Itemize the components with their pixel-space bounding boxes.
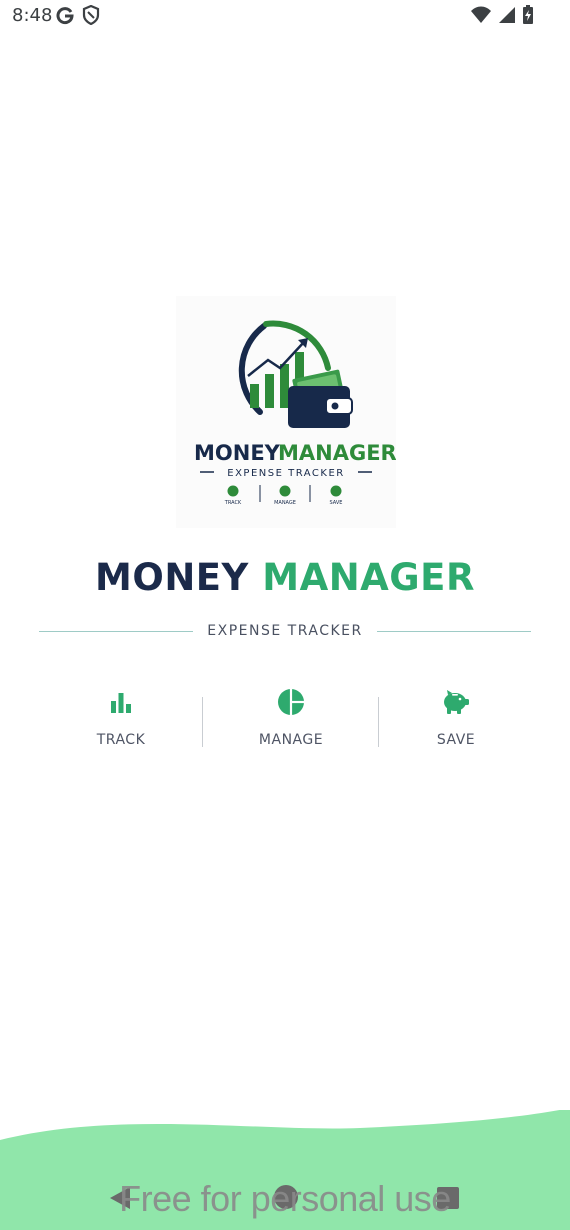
logo-subtitle: EXPENSE TRACKER bbox=[227, 468, 344, 479]
splash-screen: 8:48 MONEY MANAGER EXPENSE TRACKER TRACK… bbox=[0, 0, 570, 1230]
status-time: 8:48 bbox=[12, 5, 53, 26]
feature-divider bbox=[378, 697, 379, 747]
app-logo: MONEY MANAGER EXPENSE TRACKER TRACK MANA… bbox=[176, 296, 397, 528]
logo-title-part1: MONEY bbox=[194, 441, 281, 465]
app-title-part2: MANAGER bbox=[262, 556, 475, 599]
logo-feature-save: SAVE bbox=[330, 500, 343, 506]
feature-divider bbox=[202, 697, 203, 747]
status-bar: 8:48 bbox=[0, 0, 570, 34]
google-g-icon bbox=[56, 5, 74, 30]
divider-left bbox=[39, 630, 194, 632]
feature-save: SAVE bbox=[396, 686, 516, 748]
battery-charging-icon bbox=[522, 5, 534, 30]
bar-chart-icon bbox=[61, 686, 181, 718]
feature-label-save: SAVE bbox=[436, 732, 476, 748]
watermark-text: Free for personal use bbox=[119, 1178, 451, 1219]
pie-chart-icon bbox=[231, 686, 351, 718]
feature-manage: MANAGE bbox=[231, 686, 351, 748]
piggy-bank-icon bbox=[396, 686, 516, 718]
logo-title-part2: MANAGER bbox=[278, 441, 396, 465]
app-title-part1: MONEY bbox=[95, 556, 249, 599]
app-title: MONEY MANAGER bbox=[0, 556, 570, 599]
feature-label-track: TRACK bbox=[96, 732, 146, 748]
wifi-icon bbox=[470, 5, 492, 30]
logo-feature-manage: MANAGE bbox=[274, 500, 296, 506]
subtitle-row: EXPENSE TRACKER bbox=[39, 621, 532, 641]
shield-icon bbox=[82, 4, 100, 30]
logo-feature-track: TRACK bbox=[224, 500, 242, 506]
feature-track: TRACK bbox=[61, 686, 181, 748]
signal-icon bbox=[498, 5, 516, 30]
divider-right bbox=[376, 630, 532, 632]
app-subtitle: EXPENSE TRACKER bbox=[207, 623, 363, 639]
feature-label-manage: MANAGE bbox=[258, 732, 324, 748]
